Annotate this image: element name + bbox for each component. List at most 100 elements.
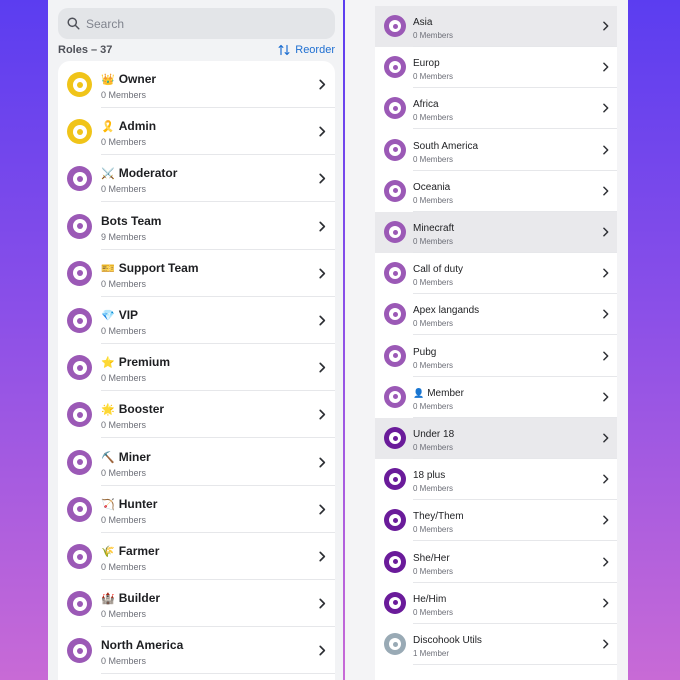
- role-row[interactable]: Apex langands 0 Members: [375, 294, 617, 336]
- role-emoji: 💎: [101, 310, 115, 322]
- role-row[interactable]: Under 18 0 Members: [375, 418, 617, 459]
- role-name-text: South America: [413, 140, 479, 152]
- search-input[interactable]: Search: [58, 8, 335, 39]
- role-avatar: [384, 591, 406, 614]
- role-name: 🌟 Booster: [101, 402, 164, 416]
- role-row[interactable]: 🌾 Farmer 0 Members: [58, 533, 335, 580]
- role-name-text: Owner: [118, 72, 157, 86]
- role-avatar: [384, 303, 406, 326]
- role-name: ⛏️ Miner: [101, 450, 151, 464]
- role-row[interactable]: ⚔️ Moderator 0 Members: [58, 155, 335, 203]
- chevron-right-icon: [603, 515, 609, 525]
- role-row[interactable]: North America 0 Members: [58, 627, 335, 675]
- chevron-right-icon: [319, 362, 326, 373]
- role-member-count: 0 Members: [101, 184, 147, 195]
- roles-list-continued: Asia 0 Members Europ 0 Members Africa 0 Membe…: [375, 6, 617, 680]
- chevron-right-icon: [603, 145, 609, 155]
- role-avatar: [67, 166, 92, 192]
- role-emoji: 👤: [413, 387, 425, 398]
- role-avatar: [384, 385, 406, 408]
- role-emoji: 🌟: [101, 404, 115, 417]
- role-row[interactable]: 👑 Owner 0 Members: [58, 61, 335, 108]
- role-name: Oceania: [413, 182, 450, 193]
- role-row[interactable]: ⛏️ Miner 0 Members: [58, 439, 335, 486]
- role-row[interactable]: 18 plus 0 Members: [375, 459, 617, 501]
- role-avatar: [384, 427, 406, 449]
- chevron-right-icon: [603, 227, 609, 237]
- role-member-count: 0 Members: [101, 609, 147, 620]
- roles-count: Roles – 37: [58, 44, 113, 56]
- role-member-count: 0 Members: [413, 484, 454, 494]
- chevron-right-icon: [319, 126, 326, 137]
- role-emoji: 🎗️: [101, 121, 115, 134]
- role-emoji: ⛏️: [101, 451, 115, 464]
- role-name-text: Builder: [118, 591, 161, 606]
- role-name: Asia: [413, 17, 432, 28]
- role-row[interactable]: South America 0 Members: [375, 130, 617, 171]
- role-name-text: VIP: [118, 308, 139, 322]
- role-name: Apex langands: [413, 305, 479, 316]
- role-row[interactable]: 🎗️ Admin 0 Members: [58, 108, 335, 156]
- role-avatar: [67, 260, 92, 286]
- role-avatar: [67, 213, 92, 239]
- role-row[interactable]: 🏰 Builder 0 Members: [58, 580, 335, 628]
- role-avatar: [384, 97, 406, 120]
- role-row[interactable]: 🎫 Support Team 0 Members: [58, 250, 335, 297]
- role-row[interactable]: 🌟 Booster 0 Members: [58, 391, 335, 439]
- role-row[interactable]: Bots Team 9 Members: [58, 203, 335, 250]
- role-avatar: [67, 402, 92, 428]
- role-name: 🎗️ Admin: [101, 119, 156, 133]
- role-name-text: Minecraft: [413, 223, 455, 234]
- role-name-text: Europ: [413, 58, 440, 70]
- role-name-text: Bots Team: [101, 213, 162, 228]
- role-avatar: [67, 591, 92, 617]
- role-name: Africa: [413, 99, 439, 110]
- role-row[interactable]: They/Them 0 Members: [375, 500, 617, 542]
- row-divider: [101, 673, 335, 675]
- roles-screen-right: Asia 0 Members Europ 0 Members Africa 0 Membe…: [345, 0, 628, 680]
- chevron-right-icon: [603, 186, 609, 196]
- roles-list: 👑 Owner 0 Members 🎗️ Admin 0 Members ⚔️ Moderat…: [58, 61, 335, 680]
- chevron-right-icon: [319, 598, 326, 609]
- role-avatar: [384, 221, 406, 243]
- role-name: 18 plus: [413, 470, 445, 481]
- role-row[interactable]: Europ 0 Members: [375, 47, 617, 89]
- role-member-count: 0 Members: [413, 195, 454, 205]
- role-name-text: Africa: [413, 99, 439, 111]
- chevron-right-icon: [319, 551, 326, 562]
- role-row[interactable]: 🏹 Hunter 0 Members: [58, 486, 335, 533]
- role-row[interactable]: Asia 0 Members: [375, 6, 617, 47]
- role-row[interactable]: 💎 VIP 0 Members: [58, 297, 335, 344]
- role-avatar: [384, 550, 406, 573]
- role-avatar: [67, 544, 92, 569]
- role-row[interactable]: Minecraft 0 Members: [375, 212, 617, 253]
- role-name: 🏰 Builder: [101, 591, 160, 605]
- role-name: Minecraft: [413, 223, 454, 234]
- role-name-text: Call of duty: [413, 264, 464, 276]
- role-row[interactable]: Discohook Utils 1 Member: [375, 624, 617, 665]
- role-name-text: Booster: [118, 402, 165, 417]
- role-row[interactable]: Oceania 0 Members: [375, 171, 617, 212]
- role-avatar: [67, 355, 92, 381]
- role-name-text: Moderator: [118, 166, 178, 181]
- role-member-count: 0 Members: [413, 113, 454, 123]
- chevron-right-icon: [603, 474, 609, 484]
- role-row[interactable]: ⭐ Premium 0 Members: [58, 344, 335, 392]
- chevron-right-icon: [319, 645, 326, 656]
- role-member-count: 0 Members: [101, 562, 147, 572]
- reorder-button[interactable]: Reorder: [278, 44, 335, 56]
- role-row[interactable]: Call of duty 0 Members: [375, 253, 617, 295]
- chevron-right-icon: [319, 315, 326, 326]
- role-name: She/Her: [413, 553, 450, 564]
- role-avatar: [67, 119, 92, 145]
- role-name-text: Pubg: [413, 346, 437, 358]
- role-name: 💎 VIP: [101, 308, 138, 322]
- role-row[interactable]: Pubg 0 Members: [375, 336, 617, 377]
- role-row[interactable]: Africa 0 Members: [375, 88, 617, 130]
- role-row[interactable]: She/Her 0 Members: [375, 542, 617, 583]
- role-emoji: 👑: [101, 74, 115, 86]
- role-row[interactable]: 👤 Member 0 Members: [375, 377, 617, 418]
- role-row[interactable]: He/Him 0 Members: [375, 583, 617, 624]
- role-avatar: [384, 179, 406, 202]
- role-emoji: 🌾: [101, 546, 115, 558]
